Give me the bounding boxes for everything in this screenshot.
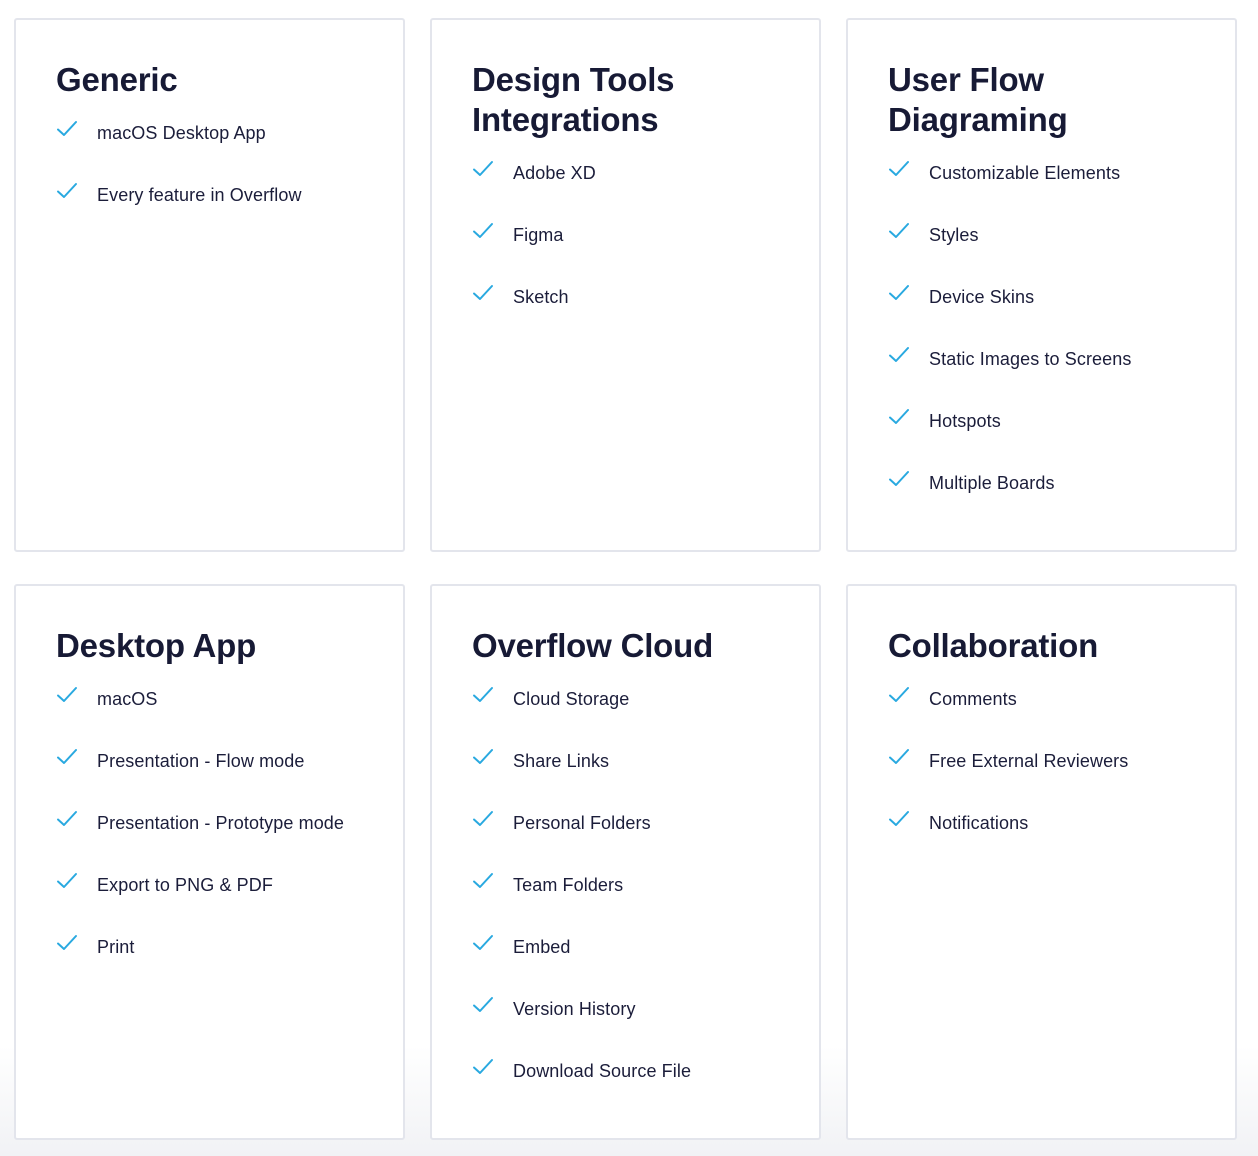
feature-item: Print	[56, 916, 403, 978]
feature-item: Adobe XD	[472, 142, 819, 204]
feature-item: Export to PNG & PDF	[56, 854, 403, 916]
feature-comparison-page: Generic macOS Desktop App Every feature …	[0, 0, 1258, 1156]
checkmark-icon	[472, 283, 494, 303]
feature-item: Sketch	[472, 266, 819, 328]
feature-label: Print	[97, 936, 135, 957]
feature-item: macOS Desktop App	[56, 102, 403, 164]
card-title: Collaboration	[888, 627, 1099, 664]
checkmark-icon	[472, 933, 494, 953]
feature-item: Cloud Storage	[472, 668, 819, 730]
checkmark-icon	[472, 809, 494, 829]
checkmark-icon	[888, 407, 910, 427]
feature-list: macOS Presentation - Flow mode Presentat…	[56, 668, 403, 978]
feature-item: Device Skins	[888, 266, 1235, 328]
checkmark-icon	[56, 119, 78, 139]
feature-item: Presentation - Prototype mode	[56, 792, 403, 854]
feature-label: Version History	[513, 998, 636, 1019]
feature-item: Embed	[472, 916, 819, 978]
checkmark-icon	[888, 283, 910, 303]
checkmark-icon	[472, 685, 494, 705]
feature-label: Personal Folders	[513, 812, 651, 833]
feature-label: Team Folders	[513, 874, 624, 895]
feature-label: Every feature in Overflow	[97, 184, 302, 205]
checkmark-icon	[56, 685, 78, 705]
checkmark-icon	[56, 181, 78, 201]
feature-item: macOS	[56, 668, 403, 730]
feature-label: Sketch	[513, 286, 569, 307]
checkmark-icon	[56, 871, 78, 891]
feature-list: Adobe XD Figma Sketch	[472, 142, 819, 328]
feature-list: Comments Free External Reviewers Notific…	[888, 668, 1235, 854]
checkmark-icon	[56, 933, 78, 953]
feature-label: macOS	[97, 688, 158, 709]
feature-item: Free External Reviewers	[888, 730, 1235, 792]
feature-label: Presentation - Prototype mode	[97, 812, 345, 833]
feature-item: Styles	[888, 204, 1235, 266]
feature-label: Static Images to Screens	[929, 348, 1132, 369]
feature-item: Static Images to Screens	[888, 328, 1235, 390]
feature-list: Cloud Storage Share Links Personal Folde…	[472, 668, 819, 1102]
checkmark-icon	[472, 871, 494, 891]
feature-label: Download Source File	[513, 1060, 692, 1081]
checkmark-icon	[56, 809, 78, 829]
feature-label: Notifications	[929, 812, 1029, 833]
feature-item: Hotspots	[888, 390, 1235, 452]
feature-label: Cloud Storage	[513, 688, 630, 709]
feature-item: Share Links	[472, 730, 819, 792]
feature-item: Customizable Elements	[888, 142, 1235, 204]
feature-item: Comments	[888, 668, 1235, 730]
feature-card-generic: Generic macOS Desktop App Every feature …	[14, 18, 405, 552]
checkmark-icon	[888, 747, 910, 767]
checkmark-icon	[472, 747, 494, 767]
feature-card-overflow-cloud: Overflow Cloud Cloud Storage Share Links…	[430, 584, 821, 1140]
checkmark-icon	[888, 159, 910, 179]
feature-list: Customizable Elements Styles Device Skin…	[888, 142, 1235, 514]
card-title: Desktop App	[56, 627, 257, 664]
feature-item: Every feature in Overflow	[56, 164, 403, 226]
checkmark-icon	[56, 747, 78, 767]
checkmark-icon	[888, 221, 910, 241]
feature-item: Notifications	[888, 792, 1235, 854]
feature-list: macOS Desktop App Every feature in Overf…	[56, 102, 403, 226]
checkmark-icon	[472, 159, 494, 179]
feature-label: Figma	[513, 224, 564, 245]
card-title: Generic	[56, 61, 178, 98]
feature-item: Presentation - Flow mode	[56, 730, 403, 792]
feature-label: Embed	[513, 936, 571, 957]
feature-card-user-flow-diagraming: User Flow Diagraming Customizable Elemen…	[846, 18, 1237, 552]
feature-label: Presentation - Flow mode	[97, 750, 305, 771]
feature-label: Adobe XD	[513, 162, 596, 183]
card-title: Overflow Cloud	[472, 627, 714, 664]
feature-label: Comments	[929, 688, 1017, 709]
checkmark-icon	[888, 809, 910, 829]
feature-label: Hotspots	[929, 410, 1001, 431]
checkmark-icon	[472, 1057, 494, 1077]
feature-label: Styles	[929, 224, 979, 245]
feature-label: Customizable Elements	[929, 162, 1121, 183]
feature-item: Version History	[472, 978, 819, 1040]
feature-card-collaboration: Collaboration Comments Free External Rev…	[846, 584, 1237, 1140]
feature-label: Share Links	[513, 750, 610, 771]
feature-card-desktop-app: Desktop App macOS Presentation - Flow mo…	[14, 584, 405, 1140]
checkmark-icon	[888, 345, 910, 365]
feature-label: Export to PNG & PDF	[97, 874, 273, 895]
feature-item: Multiple Boards	[888, 452, 1235, 514]
checkmark-icon	[472, 221, 494, 241]
checkmark-icon	[888, 685, 910, 705]
feature-card-design-tools-integrations: Design Tools Integrations Adobe XD Figma…	[430, 18, 821, 552]
checkmark-icon	[472, 995, 494, 1015]
card-title: User Flow Diagraming	[888, 61, 1068, 138]
feature-label: macOS Desktop App	[97, 122, 266, 143]
feature-item: Figma	[472, 204, 819, 266]
feature-label: Free External Reviewers	[929, 750, 1129, 771]
feature-label: Multiple Boards	[929, 472, 1055, 493]
feature-item: Personal Folders	[472, 792, 819, 854]
checkmark-icon	[888, 469, 910, 489]
card-title: Design Tools Integrations	[472, 61, 675, 138]
feature-item: Download Source File	[472, 1040, 819, 1102]
feature-item: Team Folders	[472, 854, 819, 916]
feature-label: Device Skins	[929, 286, 1035, 307]
